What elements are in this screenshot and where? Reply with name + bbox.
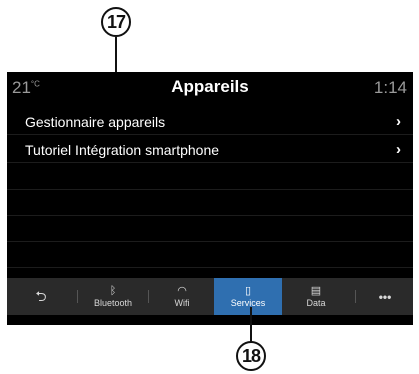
- infotainment-screen: 21°C Appareils 1:14 Gestionnaire apparei…: [7, 72, 413, 325]
- bottom-tab-bar: ⮌ ᛒ Bluetooth ◠ Wifi ▯ Services ▤ Data •…: [7, 278, 413, 315]
- callout-17: 17: [101, 7, 131, 37]
- menu-item-label: Tutoriel Intégration smartphone: [25, 141, 220, 158]
- divider: [7, 267, 413, 268]
- callout-18: 18: [236, 341, 266, 371]
- more-icon: •••: [378, 289, 392, 304]
- menu-item-label: Gestionnaire appareils: [25, 113, 166, 130]
- callout-18-leader: [250, 307, 252, 343]
- callout-18-number: 18: [241, 345, 261, 366]
- tab-data[interactable]: ▤ Data: [284, 278, 348, 315]
- tab-separator: [148, 290, 149, 303]
- tab-back[interactable]: ⮌: [7, 278, 75, 315]
- divider: [7, 241, 413, 242]
- divider: [7, 215, 413, 216]
- menu-item-device-manager[interactable]: Gestionnaire appareils ›: [7, 109, 413, 135]
- tab-label: Services: [230, 297, 266, 308]
- tab-bluetooth[interactable]: ᛒ Bluetooth: [79, 278, 147, 315]
- tab-separator: [355, 290, 356, 303]
- data-icon: ▤: [310, 284, 322, 297]
- header-bar: 21°C Appareils 1:14: [7, 72, 413, 102]
- divider: [7, 189, 413, 190]
- tab-services[interactable]: ▯ Services: [214, 278, 282, 315]
- tab-label: Wifi: [174, 297, 190, 308]
- tab-more[interactable]: •••: [357, 278, 413, 315]
- tab-wifi[interactable]: ◠ Wifi: [150, 278, 214, 315]
- callout-17-number: 17: [106, 11, 126, 32]
- page-title: Appareils: [171, 77, 249, 96]
- tab-label: Bluetooth: [93, 297, 133, 308]
- back-icon: ⮌: [35, 287, 47, 304]
- clock: 1:14: [373, 78, 407, 97]
- tab-separator: [77, 290, 78, 303]
- bluetooth-icon: ᛒ: [109, 284, 117, 297]
- chevron-right-icon: ›: [396, 141, 401, 158]
- menu-item-smartphone-tutorial[interactable]: Tutoriel Intégration smartphone ›: [7, 137, 413, 163]
- services-icon: ▯: [244, 284, 252, 297]
- wifi-icon: ◠: [177, 284, 187, 297]
- tab-label: Data: [306, 297, 326, 308]
- chevron-right-icon: ›: [396, 113, 401, 130]
